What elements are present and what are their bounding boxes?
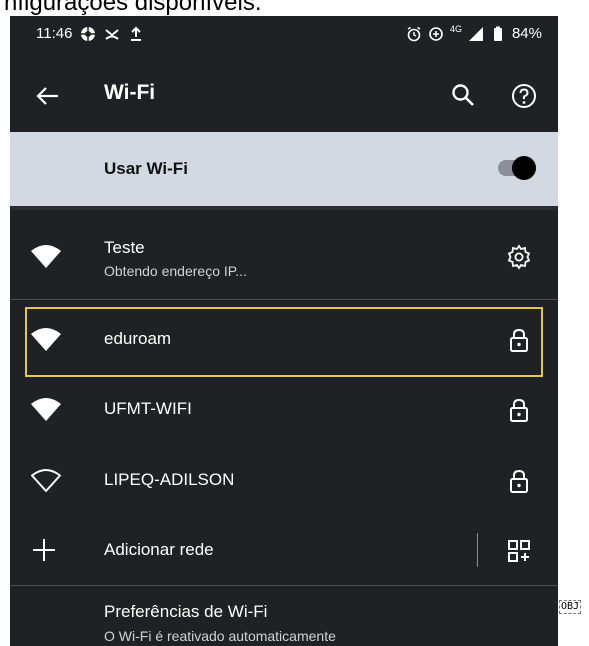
wifi-full-icon xyxy=(31,328,61,351)
network-name: UFMT-WIFI xyxy=(104,399,192,418)
gear-icon[interactable] xyxy=(506,244,532,270)
page-title: Wi-Fi xyxy=(104,81,156,104)
phone-screen: 11:46 4G 84% Wi-Fi Usar Wi-Fi Teste Obte… xyxy=(10,16,558,646)
wifi-full-icon xyxy=(31,398,61,421)
lock-icon xyxy=(510,398,528,422)
missed-call-icon xyxy=(105,28,120,40)
status-time: 11:46 xyxy=(36,25,73,42)
upload-icon xyxy=(131,26,142,41)
wifi-outline-icon xyxy=(31,469,61,492)
lock-icon xyxy=(510,328,528,352)
plus-icon xyxy=(33,539,55,561)
separator xyxy=(10,299,558,300)
use-wifi-toggle-row[interactable]: Usar Wi-Fi xyxy=(10,132,558,206)
wifi-preferences-row[interactable]: Preferências de Wi-Fi O Wi-Fi é reativad… xyxy=(10,592,558,646)
cell-signal-icon xyxy=(468,26,483,41)
lock-icon xyxy=(510,469,528,493)
preferences-subtitle: O Wi-Fi é reativado automaticamente xyxy=(104,628,336,644)
divider xyxy=(10,206,558,210)
use-wifi-switch[interactable] xyxy=(496,153,540,183)
network-name: Teste xyxy=(104,238,145,257)
object-replacement-tag: OBJ xyxy=(559,600,582,614)
separator xyxy=(10,585,558,586)
back-arrow-icon[interactable] xyxy=(34,82,62,110)
alarm-icon xyxy=(407,26,421,41)
network-item-teste[interactable]: Teste Obtendo endereço IP... xyxy=(10,222,558,292)
help-icon[interactable] xyxy=(510,82,538,110)
network-type-label: 4G xyxy=(449,23,462,34)
network-name: LIPEQ-ADILSON xyxy=(104,470,235,489)
wifi-full-icon xyxy=(31,245,61,268)
use-wifi-label: Usar Wi-Fi xyxy=(104,159,188,178)
search-icon[interactable] xyxy=(450,82,476,108)
app-notification-icon xyxy=(81,26,96,41)
qr-code-scan-icon[interactable] xyxy=(506,538,532,564)
data-saver-icon xyxy=(429,26,443,41)
preferences-title: Preferências de Wi-Fi xyxy=(104,602,268,621)
vertical-divider xyxy=(477,533,478,567)
network-item-lipeq-adilson[interactable]: LIPEQ-ADILSON xyxy=(10,446,558,516)
page-caption: nfigurações disponíveis. xyxy=(4,0,262,16)
network-status: Obtendo endereço IP... xyxy=(104,263,247,279)
status-bar: 11:46 4G 84% xyxy=(10,16,558,52)
add-network-row[interactable]: Adicionar rede xyxy=(10,516,558,586)
add-network-label: Adicionar rede xyxy=(104,540,214,559)
network-name: eduroam xyxy=(104,329,172,348)
app-bar: Wi-Fi xyxy=(10,68,558,124)
network-item-ufmt-wifi[interactable]: UFMT-WIFI xyxy=(10,375,558,445)
battery-percent: 84% xyxy=(511,25,542,42)
switch-thumb xyxy=(512,156,536,180)
battery-icon xyxy=(493,26,502,41)
network-item-eduroam[interactable]: eduroam xyxy=(10,305,558,375)
